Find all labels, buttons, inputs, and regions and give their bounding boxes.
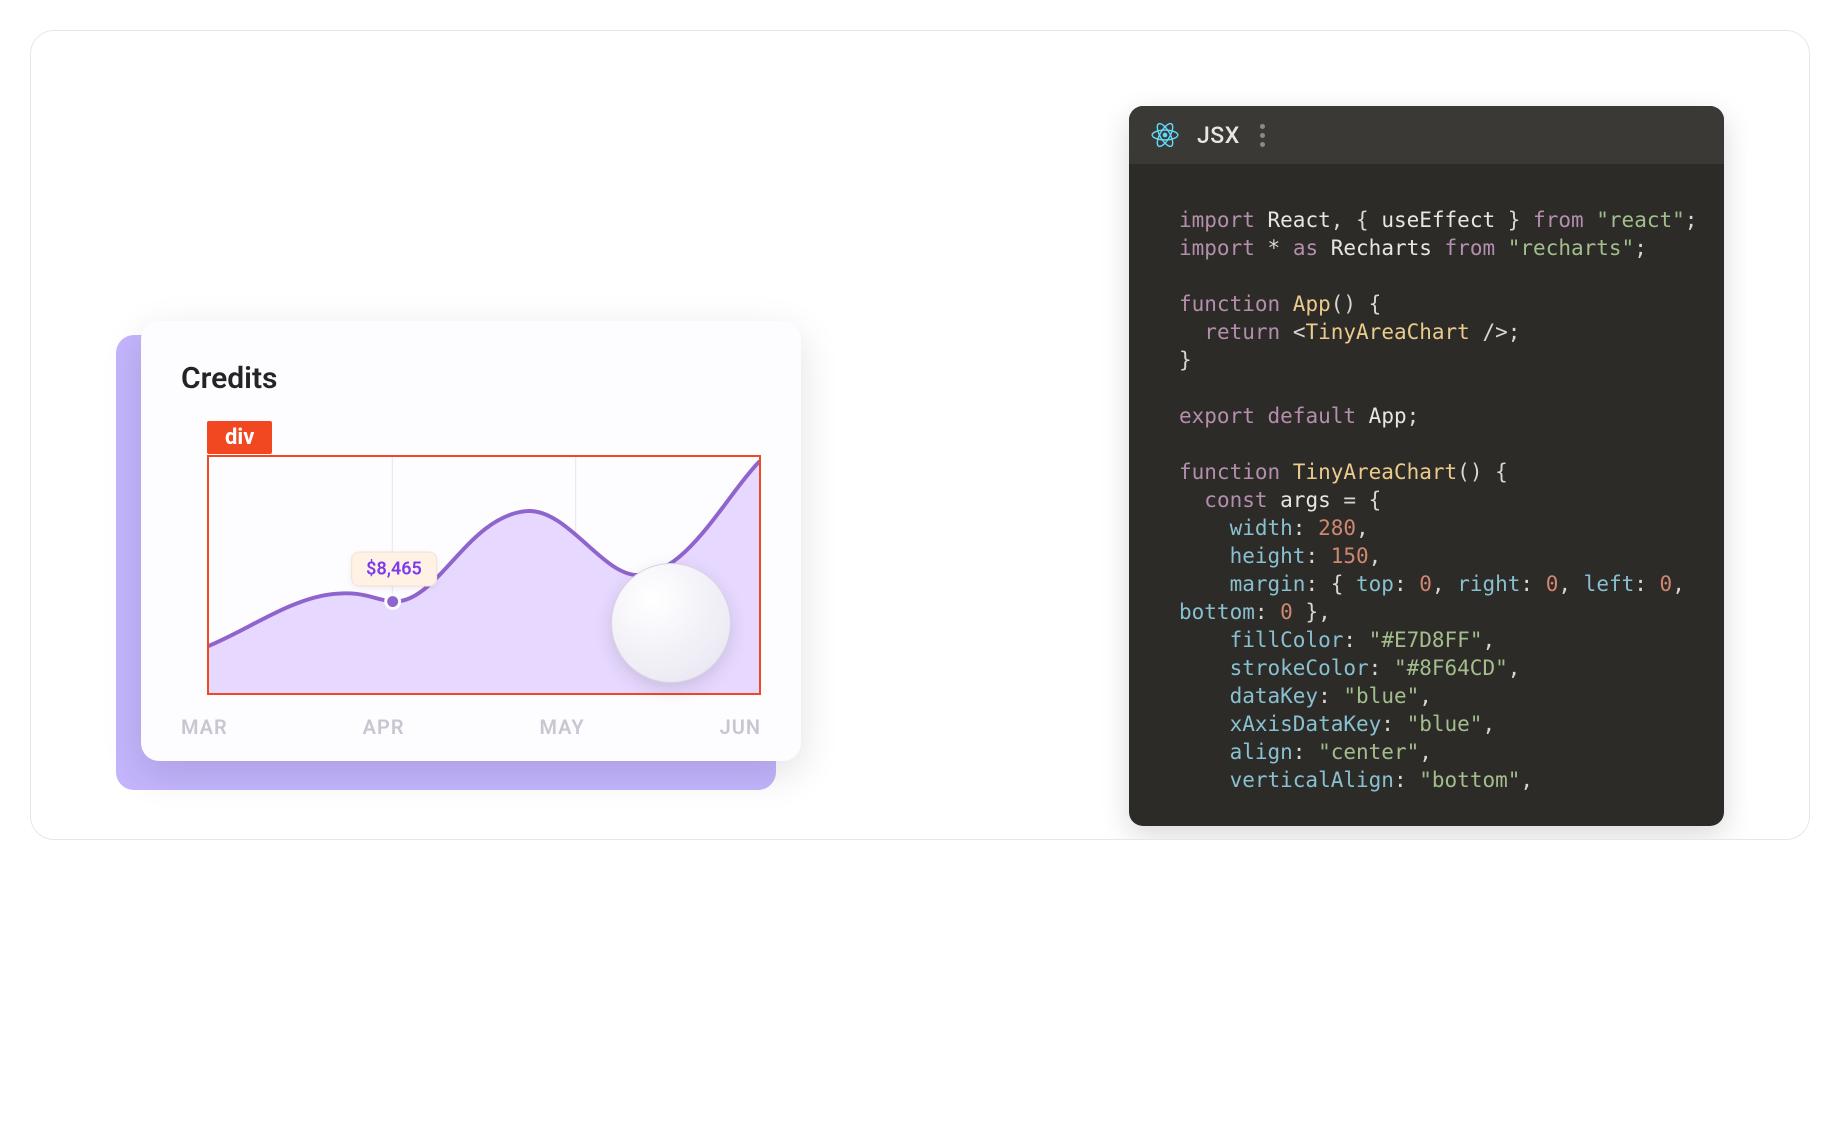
x-tick: MAR [181, 715, 228, 739]
react-icon [1151, 121, 1179, 149]
x-tick: APR [363, 715, 405, 739]
code-language-label: JSX [1197, 122, 1240, 149]
chart-tooltip: $8,465 [351, 552, 437, 587]
promo-frame: JSX import React, { useEffect } from "re… [30, 30, 1810, 840]
code-editor-header: JSX [1129, 106, 1724, 164]
code-body[interactable]: import React, { useEffect } from "react"… [1129, 164, 1724, 826]
element-selection-tag[interactable]: div [207, 421, 272, 454]
chart-card: Credits div $8,465 MAR APR MAY JUN [141, 321, 801, 761]
code-editor-panel: JSX import React, { useEffect } from "re… [1129, 106, 1724, 826]
chart-title: Credits [181, 361, 761, 396]
kebab-menu-icon[interactable] [1260, 124, 1265, 147]
magnifier-lens[interactable] [611, 563, 731, 683]
x-tick: JUN [720, 715, 761, 739]
chart-x-axis: MAR APR MAY JUN [181, 715, 761, 739]
x-tick: MAY [540, 715, 585, 739]
